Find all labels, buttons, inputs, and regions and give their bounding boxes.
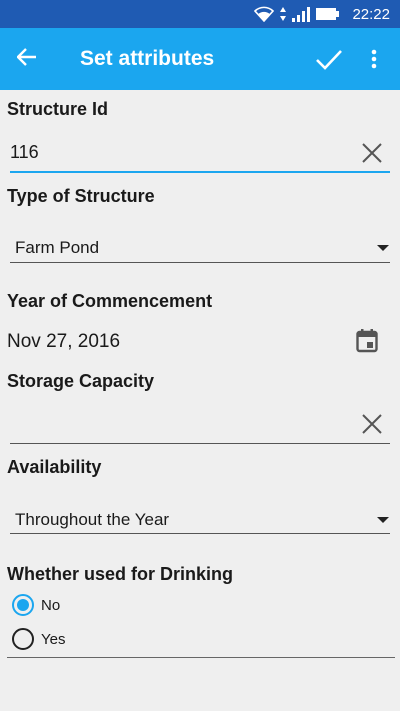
- calendar-icon[interactable]: [356, 329, 378, 353]
- arrow-left-icon: [16, 47, 37, 71]
- structure-id-underline: [10, 171, 390, 173]
- type-of-structure-underline: [10, 262, 390, 263]
- year-of-commencement-label: Year of Commencement: [7, 291, 213, 311]
- close-icon: [360, 414, 384, 440]
- battery-icon: [316, 7, 340, 21]
- clear-storage-capacity-button[interactable]: [360, 412, 384, 436]
- type-of-structure-label: Type of Structure: [7, 186, 155, 206]
- availability-select[interactable]: Throughout the Year: [15, 510, 169, 530]
- year-of-commencement-value[interactable]: Nov 27, 2016: [7, 331, 120, 353]
- clear-structure-id-button[interactable]: [360, 141, 384, 165]
- status-time: 22:22: [352, 5, 390, 23]
- back-button[interactable]: [12, 44, 42, 74]
- wifi-icon: [254, 6, 275, 22]
- structure-id-input[interactable]: 116: [10, 142, 39, 163]
- save-button[interactable]: [314, 44, 344, 74]
- signal-icon: [292, 6, 311, 22]
- divider: [7, 657, 395, 658]
- overflow-menu-button[interactable]: [362, 44, 386, 74]
- drinking-label: Whether used for Drinking: [7, 564, 234, 584]
- status-bar: 22:22: [0, 0, 400, 28]
- more-vertical-icon: [362, 49, 386, 78]
- chevron-down-icon[interactable]: [377, 517, 389, 523]
- radio-no[interactable]: [12, 594, 34, 616]
- radio-yes-label[interactable]: Yes: [41, 631, 65, 648]
- storage-capacity-label: Storage Capacity: [7, 371, 155, 391]
- radio-yes[interactable]: [12, 628, 34, 650]
- availability-label: Availability: [7, 457, 102, 477]
- chevron-down-icon[interactable]: [377, 245, 389, 251]
- close-icon: [360, 143, 384, 169]
- availability-underline: [10, 533, 390, 534]
- storage-capacity-underline: [10, 443, 390, 444]
- check-icon: [314, 50, 344, 78]
- status-icons: 22:22: [254, 5, 390, 23]
- app-bar: Set attributes: [0, 28, 400, 90]
- data-arrows-icon: [280, 6, 287, 22]
- page-title: Set attributes: [80, 47, 215, 70]
- structure-id-label: Structure Id: [7, 99, 109, 119]
- type-of-structure-select[interactable]: Farm Pond: [15, 238, 99, 258]
- radio-no-label[interactable]: No: [41, 597, 60, 614]
